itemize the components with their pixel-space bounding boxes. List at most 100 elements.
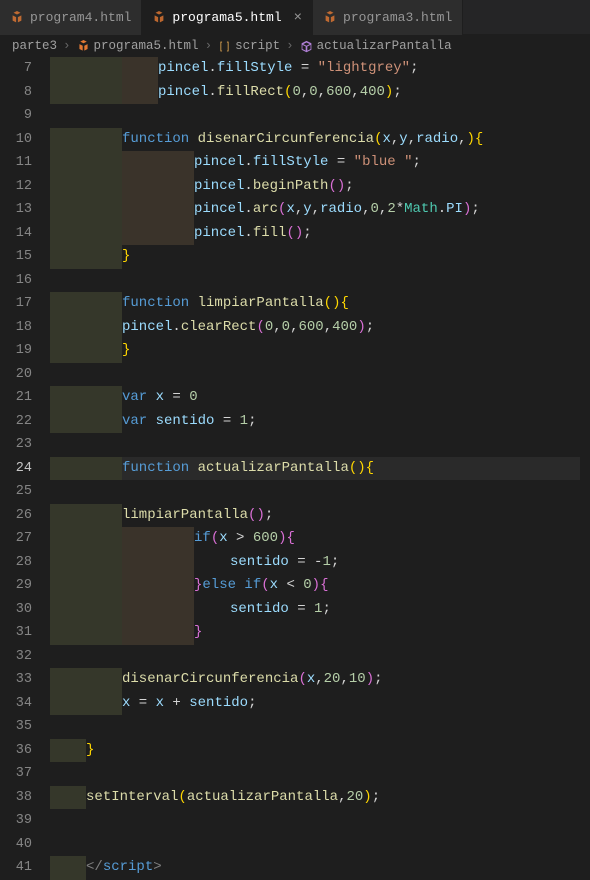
code-text: var x = 0 bbox=[50, 389, 198, 405]
code-text: pincel.fillRect(0,0,600,400); bbox=[50, 84, 402, 100]
code-line[interactable]: } bbox=[50, 339, 580, 363]
code-line[interactable]: setInterval(actualizarPantalla,20); bbox=[50, 786, 580, 810]
code-line[interactable]: pincel.fill(); bbox=[50, 222, 580, 246]
code-text: </script> bbox=[50, 859, 162, 875]
code-line[interactable]: function actualizarPantalla(){ bbox=[50, 457, 580, 481]
code-text: var sentido = 1; bbox=[50, 413, 256, 429]
line-number: 20 bbox=[0, 363, 32, 387]
code-line[interactable]: pincel.fillRect(0,0,600,400); bbox=[50, 81, 580, 105]
code-line[interactable] bbox=[50, 433, 580, 457]
line-number: 33 bbox=[0, 668, 32, 692]
code-text: x = x + sentido; bbox=[50, 695, 256, 711]
code-text: } bbox=[50, 342, 130, 358]
breadcrumb-item[interactable]: script bbox=[235, 39, 280, 53]
tab-programa5-html[interactable]: programa5.html× bbox=[142, 0, 313, 35]
file-icon bbox=[77, 40, 90, 53]
code-area[interactable]: pincel.fillStyle = "lightgrey"; pincel.fi… bbox=[50, 57, 580, 880]
code-text: if(x > 600){ bbox=[50, 530, 295, 546]
code-line[interactable]: } bbox=[50, 621, 580, 645]
code-text: sentido = 1; bbox=[50, 601, 331, 617]
breadcrumb-item[interactable]: programa5.html bbox=[94, 39, 199, 53]
line-number: 22 bbox=[0, 410, 32, 434]
breadcrumb-item[interactable]: parte3 bbox=[12, 39, 57, 53]
line-number: 23 bbox=[0, 433, 32, 457]
code-line[interactable] bbox=[50, 715, 580, 739]
editor-tabs: program4.htmlprograma5.html× programa3.ht… bbox=[0, 0, 590, 35]
minimap[interactable] bbox=[580, 57, 590, 880]
line-number: 12 bbox=[0, 175, 32, 199]
line-number: 25 bbox=[0, 480, 32, 504]
breadcrumb[interactable]: parte3›programa5.html›script›actualizarP… bbox=[0, 35, 590, 57]
code-line[interactable]: if(x > 600){ bbox=[50, 527, 580, 551]
code-text: setInterval(actualizarPantalla,20); bbox=[50, 789, 380, 805]
line-number: 26 bbox=[0, 504, 32, 528]
line-number: 21 bbox=[0, 386, 32, 410]
code-line[interactable]: pincel.fillStyle = "lightgrey"; bbox=[50, 57, 580, 81]
code-line[interactable]: sentido = -1; bbox=[50, 551, 580, 575]
code-text: sentido = -1; bbox=[50, 554, 339, 570]
tab-label: programa3.html bbox=[343, 10, 452, 25]
code-line[interactable] bbox=[50, 363, 580, 387]
code-line[interactable]: limpiarPantalla(); bbox=[50, 504, 580, 528]
code-text: disenarCircunferencia(x,20,10); bbox=[50, 671, 383, 687]
code-line[interactable]: function disenarCircunferencia(x,y,radio… bbox=[50, 128, 580, 152]
line-number: 10 bbox=[0, 128, 32, 152]
line-number: 28 bbox=[0, 551, 32, 575]
code-line[interactable]: var x = 0 bbox=[50, 386, 580, 410]
code-line[interactable] bbox=[50, 104, 580, 128]
file-html-icon bbox=[152, 11, 166, 25]
code-text: pincel.fillStyle = "lightgrey"; bbox=[50, 60, 419, 76]
line-number: 35 bbox=[0, 715, 32, 739]
line-number: 38 bbox=[0, 786, 32, 810]
tab-program4-html[interactable]: program4.html bbox=[0, 0, 142, 35]
code-line[interactable]: pincel.fillStyle = "blue "; bbox=[50, 151, 580, 175]
code-line[interactable]: var sentido = 1; bbox=[50, 410, 580, 434]
code-text: } bbox=[50, 624, 202, 640]
code-line[interactable]: } bbox=[50, 245, 580, 269]
code-line[interactable] bbox=[50, 480, 580, 504]
code-text: limpiarPantalla(); bbox=[50, 507, 273, 523]
code-text: }else if(x < 0){ bbox=[50, 577, 328, 593]
code-text: pincel.arc(x,y,radio,0,2*Math.PI); bbox=[50, 201, 480, 217]
code-line[interactable]: pincel.clearRect(0,0,600,400); bbox=[50, 316, 580, 340]
line-number: 14 bbox=[0, 222, 32, 246]
line-number: 32 bbox=[0, 645, 32, 669]
code-line[interactable] bbox=[50, 645, 580, 669]
line-gutter: 7891011121314151617181920212223242526272… bbox=[0, 57, 50, 880]
file-html-icon bbox=[10, 11, 24, 25]
line-number: 41 bbox=[0, 856, 32, 880]
code-line[interactable] bbox=[50, 809, 580, 833]
line-number: 11 bbox=[0, 151, 32, 175]
code-line[interactable]: pincel.beginPath(); bbox=[50, 175, 580, 199]
line-number: 39 bbox=[0, 809, 32, 833]
code-line[interactable] bbox=[50, 269, 580, 293]
code-line[interactable] bbox=[50, 833, 580, 857]
line-number: 8 bbox=[0, 81, 32, 105]
code-line[interactable] bbox=[50, 762, 580, 786]
line-number: 17 bbox=[0, 292, 32, 316]
code-line[interactable]: x = x + sentido; bbox=[50, 692, 580, 716]
chevron-right-icon: › bbox=[205, 39, 213, 53]
code-line[interactable]: function limpiarPantalla(){ bbox=[50, 292, 580, 316]
line-number: 31 bbox=[0, 621, 32, 645]
line-number: 24 bbox=[0, 457, 32, 481]
code-line[interactable]: } bbox=[50, 739, 580, 763]
code-line[interactable]: disenarCircunferencia(x,20,10); bbox=[50, 668, 580, 692]
code-text: function actualizarPantalla(){ bbox=[50, 460, 374, 476]
breadcrumb-item[interactable]: actualizarPantalla bbox=[317, 39, 452, 53]
tab-programa3-html[interactable]: programa3.html bbox=[313, 0, 463, 35]
code-editor[interactable]: 7891011121314151617181920212223242526272… bbox=[0, 57, 590, 880]
line-number: 7 bbox=[0, 57, 32, 81]
close-icon[interactable]: × bbox=[294, 10, 302, 26]
line-number: 29 bbox=[0, 574, 32, 598]
line-number: 36 bbox=[0, 739, 32, 763]
code-text: pincel.fill(); bbox=[50, 225, 312, 241]
line-number: 18 bbox=[0, 316, 32, 340]
line-number: 16 bbox=[0, 269, 32, 293]
code-line[interactable]: pincel.arc(x,y,radio,0,2*Math.PI); bbox=[50, 198, 580, 222]
line-number: 13 bbox=[0, 198, 32, 222]
code-line[interactable]: }else if(x < 0){ bbox=[50, 574, 580, 598]
code-line[interactable]: sentido = 1; bbox=[50, 598, 580, 622]
code-text: pincel.fillStyle = "blue "; bbox=[50, 154, 421, 170]
code-line[interactable]: </script> bbox=[50, 856, 580, 880]
